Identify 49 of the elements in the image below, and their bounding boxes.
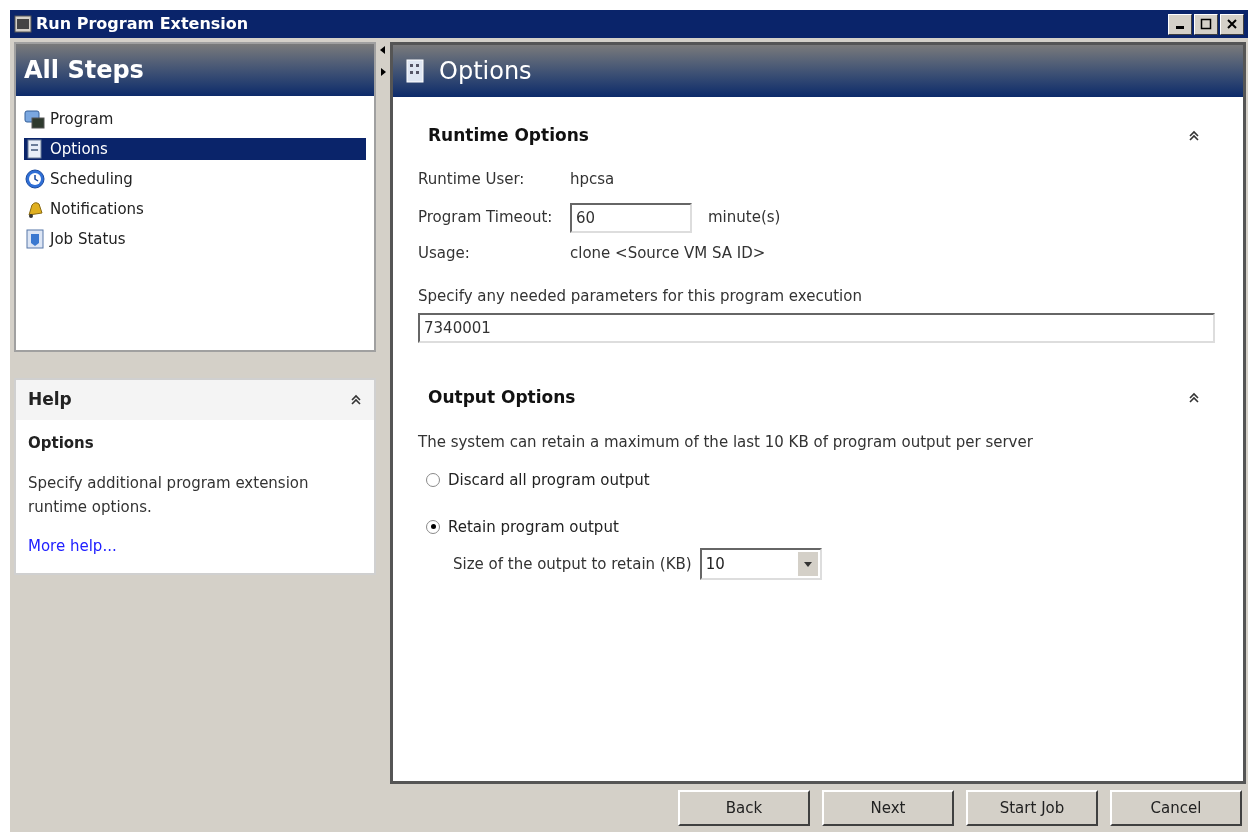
step-item[interactable]: Options <box>24 138 366 160</box>
parameters-field[interactable]: 7340001 <box>418 313 1215 343</box>
field-label: Size of the output to retain (KB) <box>453 553 692 575</box>
more-help-link[interactable]: More help... <box>28 534 362 557</box>
step-item[interactable]: Scheduling <box>24 168 366 190</box>
section-title: Runtime Options <box>428 124 589 147</box>
radio-label: Retain program output <box>448 516 619 538</box>
help-text: Specify additional program extension runtime options. <box>28 472 310 518</box>
dialog-button[interactable]: Back <box>678 790 810 826</box>
collapse-icon[interactable] <box>1188 129 1200 142</box>
help-heading: Options <box>28 433 95 454</box>
step-item[interactable]: Program <box>24 108 366 130</box>
timeout-field[interactable]: 60 <box>570 202 692 233</box>
step-item[interactable]: Job Status <box>24 228 366 250</box>
panel-title: Options <box>439 56 532 87</box>
step-item[interactable]: Notifications <box>24 198 366 220</box>
computer-icon <box>24 108 46 130</box>
clock-icon <box>24 168 46 190</box>
radio-button[interactable] <box>426 519 440 534</box>
collapse-icon[interactable] <box>1188 391 1200 404</box>
status-icon <box>24 228 46 250</box>
splitter-arrows-icon[interactable] <box>380 46 386 76</box>
maximize-button[interactable] <box>1194 13 1218 35</box>
window-title: Run Program Extension <box>36 13 249 35</box>
dialog-button[interactable]: Start Job <box>966 790 1098 826</box>
dialog-button[interactable]: Next <box>822 790 954 826</box>
radio-label: Discard all program output <box>448 470 650 491</box>
minimize-icon <box>1176 26 1184 29</box>
close-button[interactable] <box>1220 13 1244 35</box>
radio-button[interactable] <box>426 473 440 488</box>
field-label: Program Timeout: <box>418 207 554 229</box>
size-dropdown[interactable]: 10 <box>699 548 822 580</box>
app-icon <box>14 15 32 33</box>
help-title: Help <box>28 388 72 412</box>
close-icon <box>1226 18 1238 30</box>
field-value: hpcsa <box>570 169 615 191</box>
panel-title: All Steps <box>24 55 144 86</box>
description-text: The system can retain a maximum of the last 10 KB of program output per server <box>418 431 1034 453</box>
field-value: clone <Source VM SA ID> <box>570 243 766 265</box>
field-label: Specify any needed parameters for this program execution <box>418 285 863 307</box>
field-label: Usage: <box>418 243 471 265</box>
unit-label: minute(s) <box>708 207 781 229</box>
field-label: Runtime User: <box>418 169 526 191</box>
minimize-button[interactable] <box>1168 13 1192 35</box>
dialog-button[interactable]: Cancel <box>1110 790 1242 826</box>
collapse-icon[interactable] <box>350 394 362 406</box>
building-icon <box>405 58 427 84</box>
maximize-icon <box>1200 18 1212 30</box>
section-title: Output Options <box>428 386 576 409</box>
